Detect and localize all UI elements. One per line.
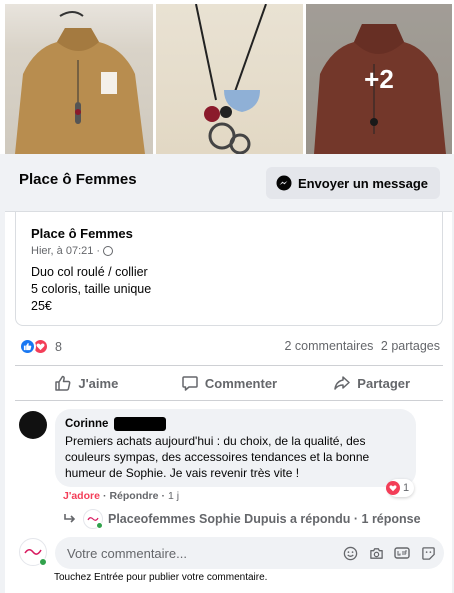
comment-button[interactable]: Commenter [158,366,301,400]
comment-reaction-count: 1 [403,482,410,494]
send-message-label: Envoyer un message [297,175,428,191]
share-button[interactable]: Partager [300,366,443,400]
shares-count[interactable]: 2 partages [381,339,440,353]
messenger-icon [276,175,292,191]
comment-icon [182,376,198,391]
comment-reaction-badge[interactable]: 1 [386,479,415,497]
current-user-avatar[interactable] [19,538,47,566]
post-line: Duo col roulé / collier [31,265,148,279]
comment-author[interactable]: Corinne [65,418,108,430]
photo-3[interactable]: +2 [306,4,452,154]
replier-avatar [83,509,103,529]
reply-arrow-icon [64,514,76,523]
more-photos-count[interactable]: +2 [306,4,452,154]
share-icon [334,376,351,390]
comment-composer [55,537,444,569]
reaction-count: 8 [55,339,62,354]
post-author[interactable]: Place ô Femmes [31,226,133,241]
separator: · [161,490,165,502]
page-name[interactable]: Place ô Femmes [19,171,137,188]
comment-label: Commenter [204,375,278,391]
gif-icon[interactable] [394,545,410,561]
send-message-button[interactable]: Envoyer un message [265,167,440,199]
sweater-mustard-image [15,11,145,154]
like-label: J'aime [78,375,119,391]
online-indicator [39,558,47,566]
page-logo-icon [24,549,42,555]
comment-text: Premiers achats aujourd'hui : du choix, … [65,434,370,480]
photo-1[interactable] [5,4,153,154]
composer-hint: Touchez Entrée pour publier votre commen… [54,572,268,583]
emoji-icon[interactable] [342,545,358,561]
comment-input[interactable] [67,545,332,561]
commenter-avatar[interactable] [19,411,47,439]
post-card: Place ô Femmes Hier, à 07:21 · Duo col r… [15,212,443,326]
redacted-name [114,417,167,431]
post-text: Duo col roulé / collier 5 coloris, taill… [31,264,151,315]
comment-reply-link[interactable]: Répondre [109,490,158,502]
photo-grid: +2 [0,0,454,154]
post-container: Place ô Femmes Hier, à 07:21 · Duo col r… [5,212,452,593]
globe-icon [103,246,114,256]
sticker-icon[interactable] [420,545,436,561]
comment-love-link[interactable]: J'adore [63,490,100,502]
comment-actions: J'adore · Répondre · 1 j [63,490,179,502]
love-reaction-icon [386,481,400,495]
like-reaction-icon [19,338,36,355]
online-indicator [96,522,103,529]
comment-bubble: Corinne Premiers achats aujourd'hui : du… [55,409,416,487]
post-timestamp: Hier, à 07:21 · [31,245,114,257]
reaction-summary[interactable]: 8 [19,338,62,355]
post-actions: J'aime Commenter Partager [15,365,443,401]
view-replies[interactable]: Placeofemmes Sophie Dupuis a répondu · 1… [63,509,421,529]
thumbs-up-icon [55,375,71,391]
photo-2[interactable] [156,4,303,154]
camera-icon[interactable] [368,545,384,561]
separator: · [102,490,107,502]
comment-author-row: Corinne [65,417,406,431]
like-button[interactable]: J'aime [15,366,158,400]
post-line: 5 coloris, taille unique [31,282,152,296]
page-header: Place ô Femmes Envoyer un message [5,154,452,212]
composer-tools [332,545,436,561]
comment-age[interactable]: 1 j [168,490,179,502]
necklace-image [195,4,267,154]
post-time[interactable]: Hier, à 07:21 · [31,245,100,257]
post-stats: 2 commentaires 2 partages [281,339,441,353]
post-line: 25€ [31,299,52,313]
comments-count[interactable]: 2 commentaires [285,339,374,353]
share-label: Partager [357,375,411,391]
replies-text: Placeofemmes Sophie Dupuis a répondu · 1… [108,512,421,526]
